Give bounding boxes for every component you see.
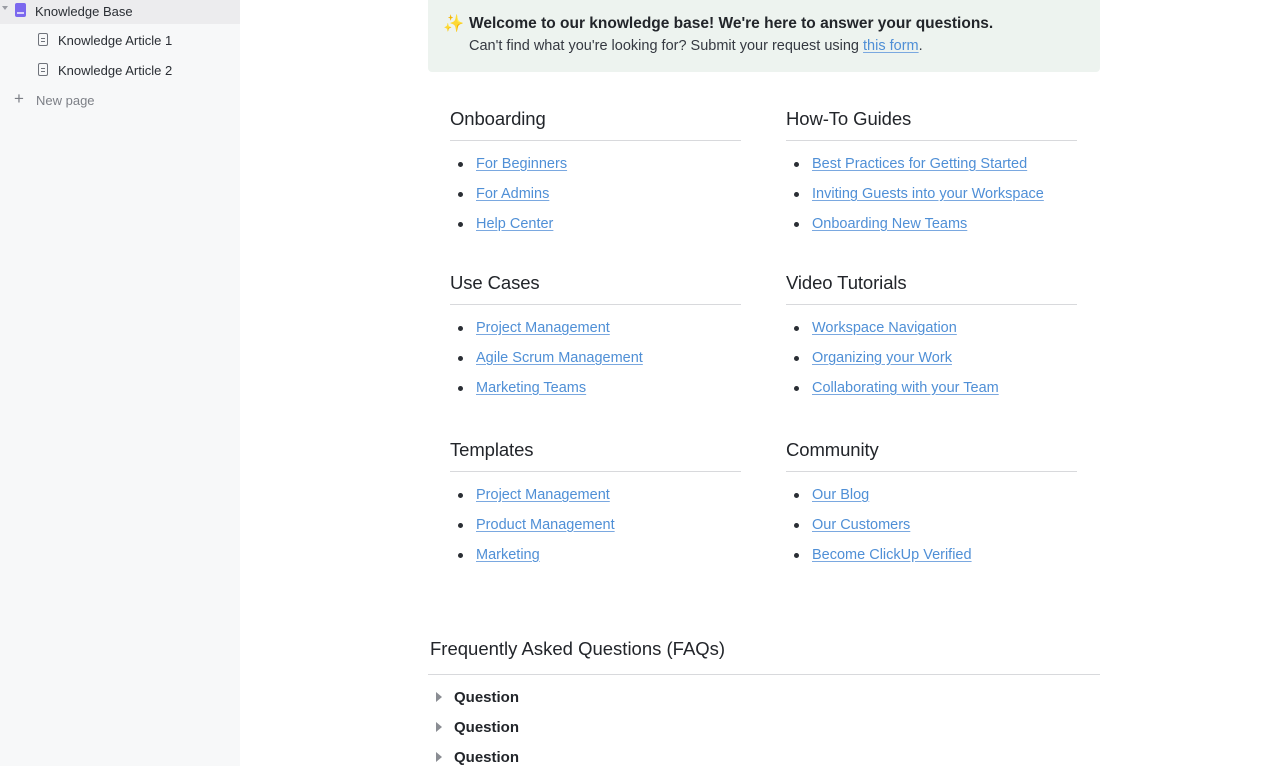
faq-toggle[interactable]: Question	[436, 716, 519, 738]
banner-subtitle: Can't find what you're looking for? Subm…	[469, 38, 923, 54]
triangle-right-icon	[436, 722, 442, 732]
divider	[450, 140, 741, 141]
sidebar-item-label: Knowledge Base	[35, 3, 133, 19]
section-title: Templates	[450, 439, 534, 460]
list-item: Our Blog	[786, 482, 1077, 512]
list-item: Marketing	[450, 542, 741, 572]
section-use-cases: Use Cases Project Management Agile Scrum…	[450, 272, 741, 405]
list-item: Marketing Teams	[450, 375, 741, 405]
link-our-blog[interactable]: Our Blog	[812, 487, 869, 503]
link-best-practices[interactable]: Best Practices for Getting Started	[812, 156, 1027, 172]
list-item: Project Management	[450, 482, 741, 512]
link-inviting-guests[interactable]: Inviting Guests into your Workspace	[812, 186, 1044, 202]
link-template-product-management[interactable]: Product Management	[476, 517, 615, 533]
section-title: Onboarding	[450, 108, 546, 129]
divider	[786, 471, 1077, 472]
link-marketing-teams[interactable]: Marketing Teams	[476, 380, 586, 396]
sidebar-item-knowledge-base[interactable]: Knowledge Base	[0, 0, 240, 24]
faq-question: Question	[454, 688, 520, 706]
link-help-center[interactable]: Help Center	[476, 216, 553, 232]
section-title: Use Cases	[450, 272, 540, 293]
link-template-marketing[interactable]: Marketing	[476, 547, 540, 563]
list-item: Inviting Guests into your Workspace	[786, 181, 1077, 211]
link-project-management[interactable]: Project Management	[476, 320, 610, 336]
divider	[428, 674, 1100, 675]
link-agile-scrum[interactable]: Agile Scrum Management	[476, 350, 643, 366]
sidebar-item-knowledge-article-2[interactable]: Knowledge Article 2	[0, 57, 240, 83]
sidebar-item-label: Knowledge Article 2	[58, 62, 173, 78]
link-organizing-work[interactable]: Organizing your Work	[812, 350, 952, 366]
section-community: Community Our Blog Our Customers Become …	[786, 439, 1077, 572]
plus-icon: +	[14, 89, 24, 108]
section-how-to-guides: How-To Guides Best Practices for Getting…	[786, 108, 1077, 241]
new-page-label: New page	[36, 92, 95, 108]
link-onboarding-new-teams[interactable]: Onboarding New Teams	[812, 216, 967, 232]
list-item: For Beginners	[450, 151, 741, 181]
list-item: Become ClickUp Verified	[786, 542, 1077, 572]
caret-down-icon[interactable]	[2, 6, 8, 10]
faq-toggle[interactable]: Question	[436, 746, 519, 768]
list-item: Onboarding New Teams	[786, 211, 1077, 241]
welcome-banner: ✨ Welcome to our knowledge base! We're h…	[428, 0, 1100, 72]
faq-toggle[interactable]: Question	[436, 686, 519, 708]
list-item: Agile Scrum Management	[450, 345, 741, 375]
list-item: Workspace Navigation	[786, 315, 1077, 345]
faq-question: Question	[454, 748, 520, 766]
list-item: Organizing your Work	[786, 345, 1077, 375]
triangle-right-icon	[436, 752, 442, 762]
banner-title: Welcome to our knowledge base! We're her…	[469, 15, 994, 32]
divider	[450, 304, 741, 305]
link-clickup-verified[interactable]: Become ClickUp Verified	[812, 547, 972, 563]
banner-subtitle-suffix: .	[918, 38, 923, 54]
divider	[786, 140, 1077, 141]
list-item: Our Customers	[786, 512, 1077, 542]
link-our-customers[interactable]: Our Customers	[812, 517, 910, 533]
list-item: Project Management	[450, 315, 741, 345]
section-title: Community	[786, 439, 879, 460]
triangle-right-icon	[436, 692, 442, 702]
sparkles-icon: ✨	[443, 14, 465, 33]
document-icon	[38, 63, 48, 76]
book-icon	[15, 3, 26, 17]
list-item: For Admins	[450, 181, 741, 211]
section-onboarding: Onboarding For Beginners For Admins Help…	[450, 108, 741, 241]
new-page-button[interactable]: + New page	[0, 87, 240, 113]
faq-title: Frequently Asked Questions (FAQs)	[430, 638, 726, 659]
link-collaborating-team[interactable]: Collaborating with your Team	[812, 380, 999, 396]
list-item: Collaborating with your Team	[786, 375, 1077, 405]
section-templates: Templates Project Management Product Man…	[450, 439, 741, 572]
section-title: Video Tutorials	[786, 272, 907, 293]
banner-subtitle-text: Can't find what you're looking for? Subm…	[469, 38, 864, 54]
sidebar-item-knowledge-article-1[interactable]: Knowledge Article 1	[0, 27, 240, 53]
link-for-admins[interactable]: For Admins	[476, 186, 549, 202]
section-title: How-To Guides	[786, 108, 912, 129]
document-icon	[38, 33, 48, 46]
sidebar-item-label: Knowledge Article 1	[58, 32, 173, 48]
link-workspace-navigation[interactable]: Workspace Navigation	[812, 320, 957, 336]
list-item: Best Practices for Getting Started	[786, 151, 1077, 181]
list-item: Help Center	[450, 211, 741, 241]
divider	[786, 304, 1077, 305]
this-form-link[interactable]: this form	[863, 38, 919, 54]
list-item: Product Management	[450, 512, 741, 542]
link-for-beginners[interactable]: For Beginners	[476, 156, 567, 172]
sidebar: Knowledge Base Knowledge Article 1 Knowl…	[0, 0, 240, 766]
section-video-tutorials: Video Tutorials Workspace Navigation Org…	[786, 272, 1077, 405]
divider	[450, 471, 741, 472]
link-template-project-management[interactable]: Project Management	[476, 487, 610, 503]
faq-question: Question	[454, 718, 520, 736]
